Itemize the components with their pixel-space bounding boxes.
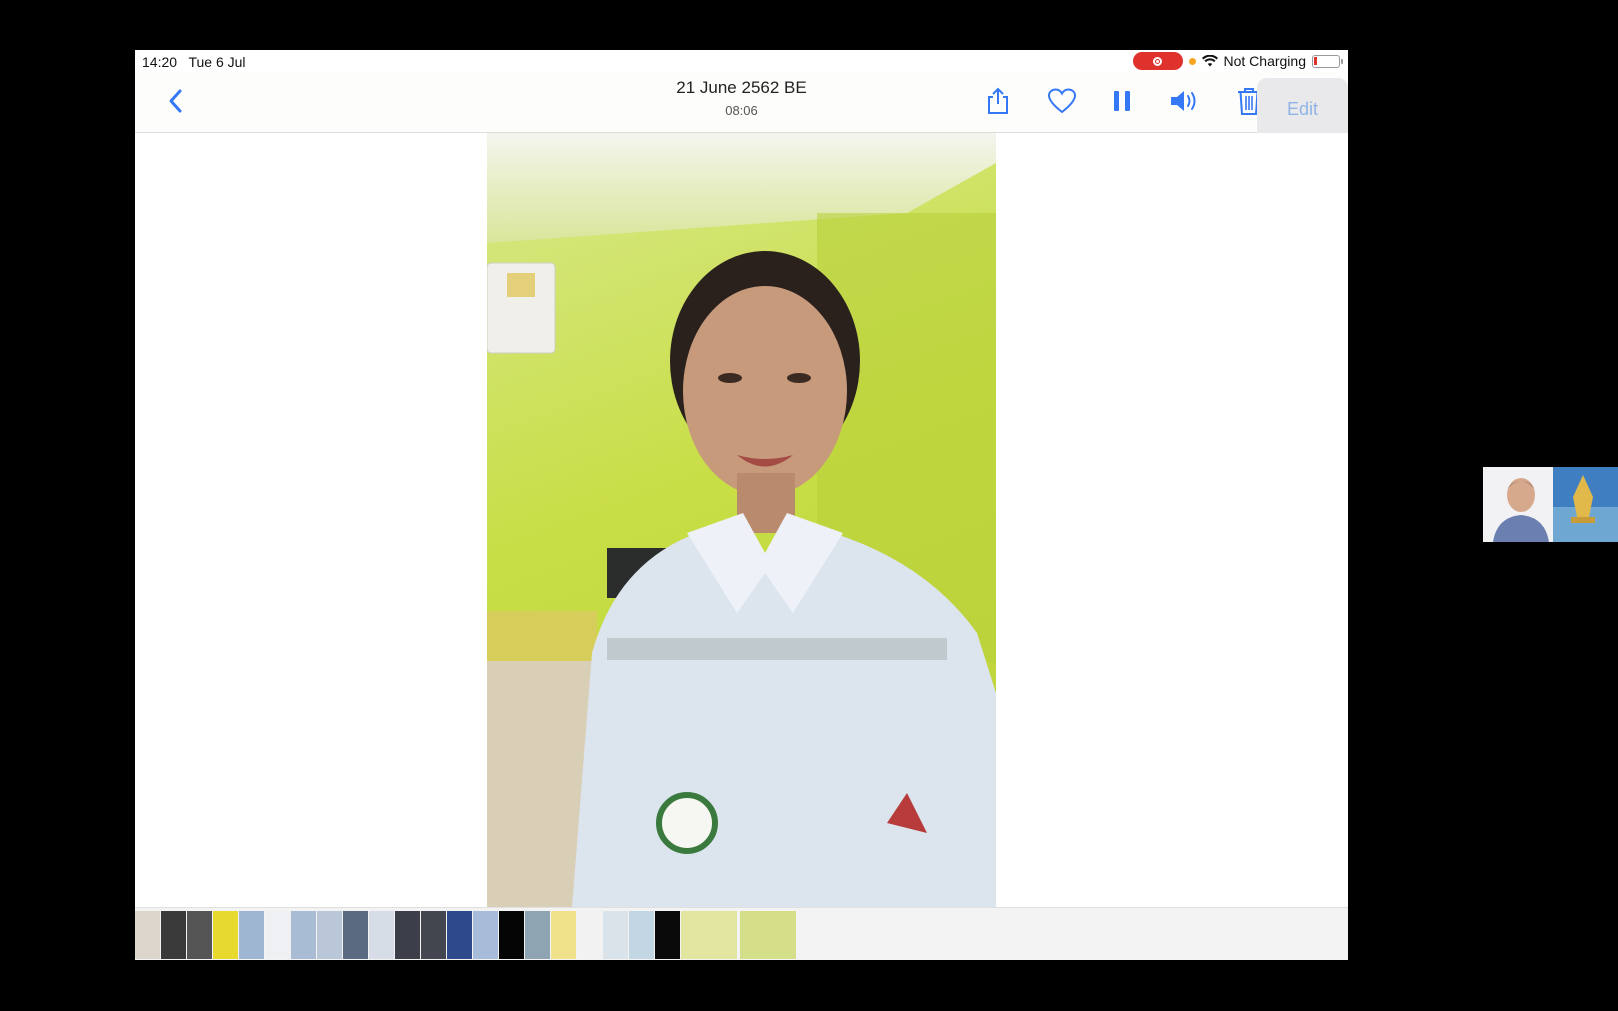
thumbnail[interactable] (213, 911, 238, 959)
thumbnail[interactable] (291, 911, 316, 959)
pause-icon (1114, 91, 1130, 111)
status-time: 14:20 (142, 54, 178, 70)
right-eye (787, 373, 811, 383)
speaker-icon (1171, 91, 1196, 111)
video-frame[interactable] (487, 133, 996, 907)
thumbnail[interactable] (525, 911, 550, 959)
photo-title: 21 June 2562 BE 08:06 (135, 78, 1348, 118)
thumbnail-row (135, 908, 1348, 960)
photo-date: 21 June 2562 BE (676, 78, 807, 97)
record-icon (1153, 56, 1162, 66)
thumbnail[interactable] (317, 911, 342, 959)
thumbnail[interactable] (447, 911, 472, 959)
microphone-in-use-dot (1188, 57, 1196, 65)
thumbnail[interactable] (265, 911, 290, 959)
thumbnail[interactable] (603, 911, 628, 959)
thumbnail[interactable] (239, 911, 264, 959)
thumbnail[interactable] (740, 911, 796, 959)
favorite-button[interactable] (1045, 84, 1079, 118)
video-call-self-view[interactable] (1483, 467, 1618, 542)
air-conditioner-tag (507, 273, 535, 297)
photo-nav-bar: 21 June 2562 BE 08:06 Edit (135, 72, 1348, 140)
thumbnail[interactable] (499, 911, 524, 959)
status-bar: 14:20 Tue 6 Jul Not Charging (135, 50, 1348, 72)
charging-status: Not Charging (1223, 53, 1307, 69)
pause-button[interactable] (1105, 84, 1139, 118)
thumbnail[interactable] (369, 911, 394, 959)
status-date: Tue 6 Jul (188, 54, 246, 70)
thumbnail[interactable] (187, 911, 212, 959)
thumbnail[interactable] (655, 911, 680, 959)
thumbnail[interactable] (343, 911, 368, 959)
thumbnail[interactable] (421, 911, 446, 959)
thumbnail[interactable] (629, 911, 654, 959)
thumbnail[interactable] (551, 911, 576, 959)
screen-recording-indicator[interactable] (1132, 52, 1183, 70)
status-indicators: Not Charging (1132, 52, 1343, 70)
counter (487, 611, 597, 661)
thumbnail-strip (135, 907, 1348, 960)
thumbnail[interactable] (681, 911, 737, 959)
thumbnail[interactable] (473, 911, 498, 959)
video-content (487, 133, 996, 907)
photo-time: 08:06 (725, 103, 758, 118)
thumbnail[interactable] (161, 911, 186, 959)
heart-icon (1047, 88, 1077, 114)
left-eye (718, 373, 742, 383)
shirt-reflective-band (607, 638, 947, 660)
photo-viewer (135, 133, 1348, 907)
battery-icon (1312, 54, 1343, 68)
ipad-screen: 14:20 Tue 6 Jul Not Charging 21 June 256… (135, 50, 1348, 960)
status-time-date: 14:20 Tue 6 Jul (142, 54, 246, 70)
thumbnail[interactable] (577, 911, 602, 959)
participant-head (1507, 478, 1535, 512)
wifi-icon (1201, 55, 1218, 67)
share-button[interactable] (981, 84, 1015, 118)
share-icon (988, 87, 1008, 114)
thumbnail[interactable] (135, 911, 160, 959)
volume-button[interactable] (1168, 84, 1202, 118)
emblem-base (1571, 517, 1595, 523)
participant-video (1483, 467, 1618, 542)
uniform-badge (656, 792, 718, 854)
edit-button[interactable]: Edit (1257, 78, 1348, 140)
thumbnail[interactable] (395, 911, 420, 959)
